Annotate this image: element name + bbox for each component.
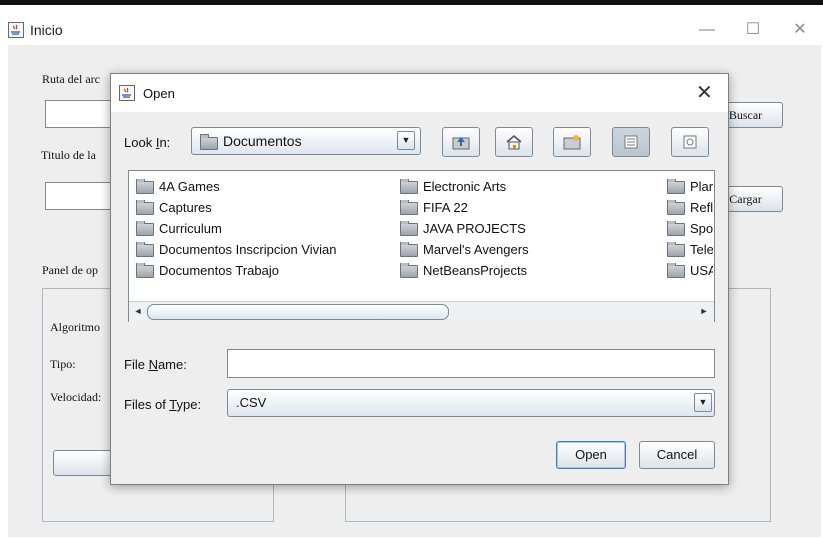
java-app-icon — [8, 22, 24, 38]
folder-icon — [136, 263, 154, 279]
close-button[interactable]: ✕ — [777, 15, 823, 45]
list-view-icon[interactable] — [612, 127, 650, 157]
dialog-close-icon[interactable]: ✕ — [696, 80, 713, 105]
open-button[interactable]: Open — [556, 441, 626, 469]
titulo-label: Titulo de la — [41, 148, 96, 162]
list-item[interactable]: Electronic Arts — [400, 179, 506, 195]
list-item[interactable]: Plar — [667, 179, 713, 195]
folder-icon — [200, 134, 223, 153]
ruta-label: Ruta del arc — [42, 72, 100, 86]
file-name-label: File Name: — [124, 357, 187, 372]
folder-icon — [136, 200, 154, 216]
list-item[interactable]: JAVA PROJECTS — [400, 221, 526, 237]
dialog-titlebar: Open ✕ — [111, 74, 728, 112]
main-titlebar: Inicio — ☐ ✕ — [0, 5, 823, 45]
files-of-type-combo[interactable]: .CSV ▼ — [227, 389, 715, 417]
horizontal-scrollbar[interactable]: ◄ ► — [129, 301, 714, 322]
list-item[interactable]: USA — [667, 263, 713, 279]
list-item[interactable]: Captures — [136, 200, 212, 216]
list-item[interactable]: 4A Games — [136, 179, 220, 195]
up-folder-icon[interactable] — [442, 127, 480, 157]
folder-icon — [667, 179, 685, 195]
chevron-down-icon[interactable]: ▼ — [397, 131, 415, 150]
folder-icon — [667, 242, 685, 258]
folder-icon — [136, 242, 154, 258]
algoritmo-label: Algoritmo — [50, 320, 100, 334]
list-item[interactable]: NetBeansProjects — [400, 263, 527, 279]
folder-icon — [136, 179, 154, 195]
panel-label: Panel de op — [42, 263, 98, 277]
main-window-title: Inicio — [30, 22, 63, 38]
scroll-left-icon[interactable]: ◄ — [130, 304, 146, 318]
list-item[interactable]: Curriculum — [136, 221, 222, 237]
list-item[interactable]: Documentos Inscripcion Vivian — [136, 242, 337, 258]
look-in-label: Look In: — [124, 135, 171, 150]
look-in-combo[interactable]: Documentos ▼ — [191, 127, 421, 155]
minimize-button[interactable]: — — [684, 15, 730, 45]
cancel-button[interactable]: Cancel — [639, 441, 715, 469]
home-icon[interactable] — [495, 127, 533, 157]
velocidad-label: Velocidad: — [50, 390, 102, 404]
java-app-icon — [119, 85, 135, 101]
details-view-icon[interactable] — [671, 127, 709, 157]
list-item[interactable]: Tele — [667, 242, 713, 258]
list-item[interactable]: Marvel's Avengers — [400, 242, 529, 258]
look-in-value: Documentos — [223, 133, 302, 149]
folder-icon — [136, 221, 154, 237]
folder-icon — [667, 263, 685, 279]
folder-icon — [400, 179, 418, 195]
folder-icon — [667, 200, 685, 216]
list-item[interactable]: Refl — [667, 200, 713, 216]
folder-icon — [400, 242, 418, 258]
folder-icon — [400, 221, 418, 237]
dialog-title: Open — [143, 86, 175, 101]
open-dialog: Open ✕ Look In: Documentos ▼ 4A Games Ca… — [110, 73, 729, 485]
maximize-button[interactable]: ☐ — [730, 15, 776, 45]
tipo-label: Tipo: — [50, 357, 76, 371]
folder-icon — [667, 221, 685, 237]
scrollbar-thumb[interactable] — [147, 304, 449, 320]
file-name-input[interactable] — [227, 349, 715, 378]
folder-icon — [400, 263, 418, 279]
folder-icon — [400, 200, 418, 216]
scroll-right-icon[interactable]: ► — [696, 304, 712, 318]
chevron-down-icon[interactable]: ▼ — [694, 393, 712, 412]
list-item[interactable]: Spo — [667, 221, 713, 237]
new-folder-icon[interactable] — [553, 127, 591, 157]
file-list[interactable]: 4A Games Captures Curriculum Documentos … — [128, 170, 715, 322]
list-item[interactable]: FIFA 22 — [400, 200, 468, 216]
files-of-type-label: Files of Type: — [124, 397, 202, 412]
list-item[interactable]: Documentos Trabajo — [136, 263, 279, 279]
files-of-type-value: .CSV — [236, 395, 267, 410]
